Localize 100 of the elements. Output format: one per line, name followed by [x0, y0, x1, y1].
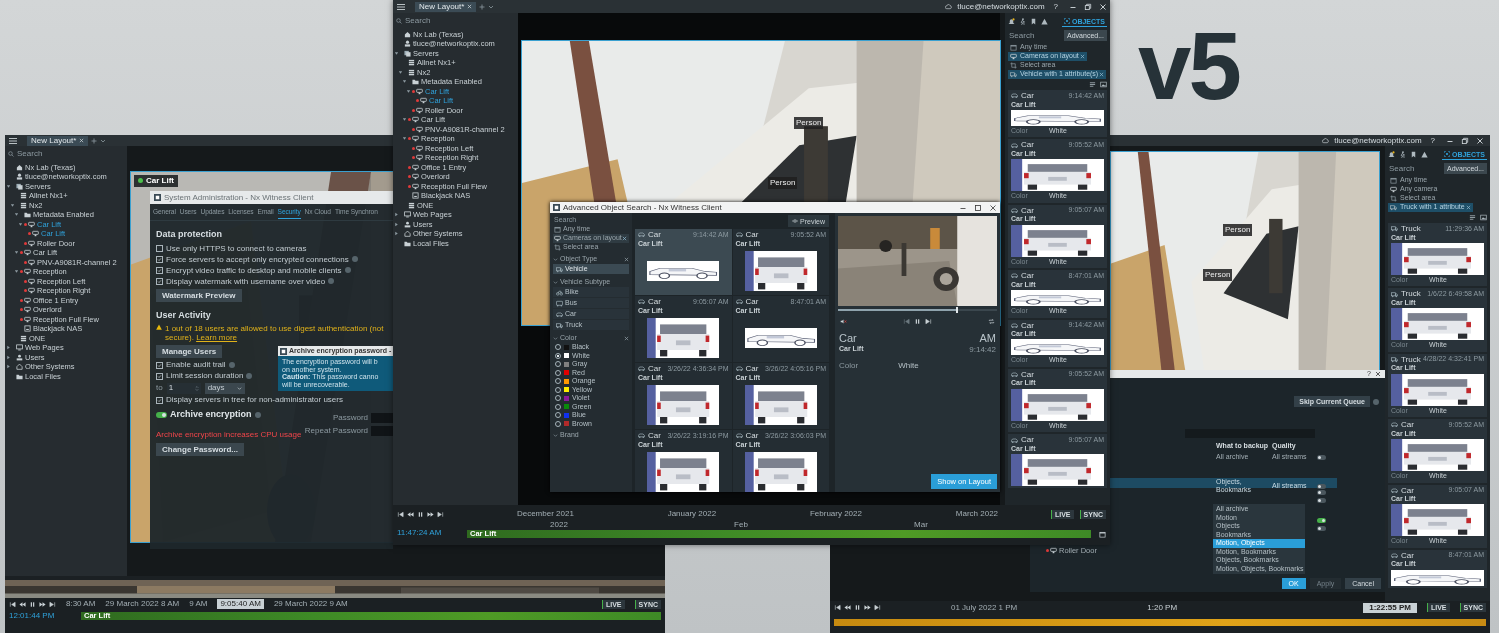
- toggle-switch[interactable]: [156, 411, 167, 418]
- skip-forward-icon[interactable]: [437, 510, 444, 518]
- help-button[interactable]: ?: [1430, 135, 1435, 146]
- layout-tab[interactable]: New Layout*: [27, 135, 89, 146]
- bookmark-icon[interactable]: [1410, 151, 1417, 158]
- calendar-icon[interactable]: [1099, 531, 1106, 538]
- help-icon[interactable]: [351, 256, 358, 263]
- camera-icon: [416, 87, 423, 95]
- toggle-switch[interactable]: [1317, 517, 1326, 523]
- caret-icon[interactable]: [402, 117, 407, 123]
- fast-forward-icon[interactable]: [427, 510, 434, 518]
- warning-icon[interactable]: [1421, 151, 1428, 158]
- dialog-button[interactable]: Manage Users: [156, 344, 223, 358]
- caret-icon[interactable]: [14, 269, 19, 275]
- caret-icon[interactable]: [10, 202, 15, 208]
- caret-icon[interactable]: [394, 50, 399, 56]
- chevron-down-icon[interactable]: [100, 137, 107, 144]
- close-icon[interactable]: [1375, 371, 1381, 377]
- toggle-switch[interactable]: [1317, 489, 1326, 495]
- number-field[interactable]: 1: [166, 382, 201, 394]
- chevron-down-icon: [236, 385, 242, 391]
- caret-icon[interactable]: [402, 136, 407, 142]
- caret-icon[interactable]: [398, 69, 403, 75]
- list-icon[interactable]: [1469, 214, 1476, 221]
- search-field[interactable]: Search: [393, 15, 518, 30]
- toggle-switch[interactable]: [1317, 483, 1326, 489]
- checkbox-label: Display servers in tree for non-administrator users: [166, 395, 343, 406]
- rewind-icon[interactable]: [844, 604, 851, 612]
- skip-forward-icon[interactable]: [49, 600, 56, 608]
- caret-icon[interactable]: [14, 250, 19, 256]
- pause-icon[interactable]: [854, 604, 861, 612]
- restore-icon[interactable]: [1461, 136, 1469, 145]
- plus-icon[interactable]: [479, 3, 486, 10]
- restore-icon[interactable]: [1084, 2, 1092, 11]
- bell-icon[interactable]: [1008, 18, 1015, 25]
- checkbox[interactable]: [156, 277, 163, 285]
- rewind-icon[interactable]: [407, 510, 414, 518]
- toggle-switch[interactable]: [1317, 497, 1326, 503]
- help-icon[interactable]: [1373, 398, 1379, 405]
- timeline-track[interactable]: [834, 618, 1486, 626]
- dialog-button[interactable]: Change Password...: [156, 443, 245, 457]
- toggle-switch[interactable]: [1317, 525, 1326, 531]
- search-field[interactable]: Search: [1008, 30, 1062, 41]
- close-icon[interactable]: [1465, 205, 1471, 210]
- caret-icon[interactable]: [6, 364, 11, 370]
- caret-icon[interactable]: [6, 345, 11, 351]
- close-icon[interactable]: [1099, 72, 1105, 77]
- plus-icon[interactable]: [91, 137, 98, 144]
- checkbox[interactable]: [156, 372, 163, 380]
- fast-forward-icon[interactable]: [864, 604, 871, 612]
- radio-button[interactable]: [555, 352, 561, 359]
- image-icon[interactable]: [1480, 214, 1487, 221]
- chevron-down-icon[interactable]: [488, 3, 495, 10]
- caret-icon[interactable]: [402, 79, 407, 85]
- image-icon[interactable]: [1100, 81, 1107, 88]
- dialog-title: System Administration - Nx Witness Client: [164, 192, 314, 203]
- help-icon[interactable]: [328, 278, 335, 285]
- skip-forward-icon[interactable]: [874, 604, 881, 612]
- help-icon[interactable]: [344, 267, 351, 274]
- person-icon: [16, 173, 23, 181]
- running-figure-icon[interactable]: [1019, 18, 1026, 25]
- pause-icon[interactable]: [417, 510, 424, 518]
- password-field[interactable]: [371, 426, 393, 436]
- checkbox[interactable]: [156, 361, 163, 369]
- caret-icon[interactable]: [406, 88, 411, 94]
- layout-tab[interactable]: New Layout*: [415, 1, 477, 12]
- caret-icon[interactable]: [6, 354, 11, 360]
- version-label: v5: [1138, 18, 1239, 114]
- help-button[interactable]: ?: [1053, 1, 1058, 12]
- search-field[interactable]: Search: [1388, 163, 1442, 174]
- pause-icon[interactable]: [29, 600, 36, 608]
- month-label: January 2022: [667, 509, 717, 519]
- dialog-button[interactable]: Watermark Preview: [156, 288, 242, 302]
- unit-dropdown[interactable]: days: [204, 382, 245, 394]
- bell-icon[interactable]: [1388, 151, 1395, 158]
- menu-icon[interactable]: [8, 136, 18, 145]
- caret-icon[interactable]: [14, 212, 19, 218]
- checkbox[interactable]: [156, 244, 163, 252]
- close-icon[interactable]: [624, 336, 629, 341]
- learn-more-link[interactable]: Learn more: [196, 333, 238, 343]
- car-icon: [1011, 321, 1018, 329]
- calendar-icon: [1390, 177, 1397, 184]
- close-icon[interactable]: [1079, 54, 1085, 59]
- rewind-icon[interactable]: [19, 600, 26, 608]
- fast-forward-icon[interactable]: [39, 600, 46, 608]
- password-field[interactable]: [371, 413, 393, 423]
- caret-icon[interactable]: [6, 183, 11, 189]
- user-account[interactable]: tluce@networkoptix.com: [957, 1, 1045, 12]
- menu-icon[interactable]: [396, 2, 406, 11]
- search-field[interactable]: Search: [5, 148, 127, 163]
- caret-icon[interactable]: [18, 221, 23, 227]
- checkbox[interactable]: [156, 266, 163, 274]
- running-figure-icon[interactable]: [1399, 151, 1406, 158]
- user-account[interactable]: tluce@networkoptix.com: [1334, 135, 1422, 146]
- list-icon[interactable]: [1089, 81, 1096, 88]
- checkbox[interactable]: [156, 255, 163, 263]
- bookmark-icon[interactable]: [1030, 18, 1037, 25]
- checkbox[interactable]: [156, 396, 163, 404]
- warning-icon[interactable]: [1041, 18, 1048, 25]
- toggle-switch[interactable]: [1317, 454, 1326, 460]
